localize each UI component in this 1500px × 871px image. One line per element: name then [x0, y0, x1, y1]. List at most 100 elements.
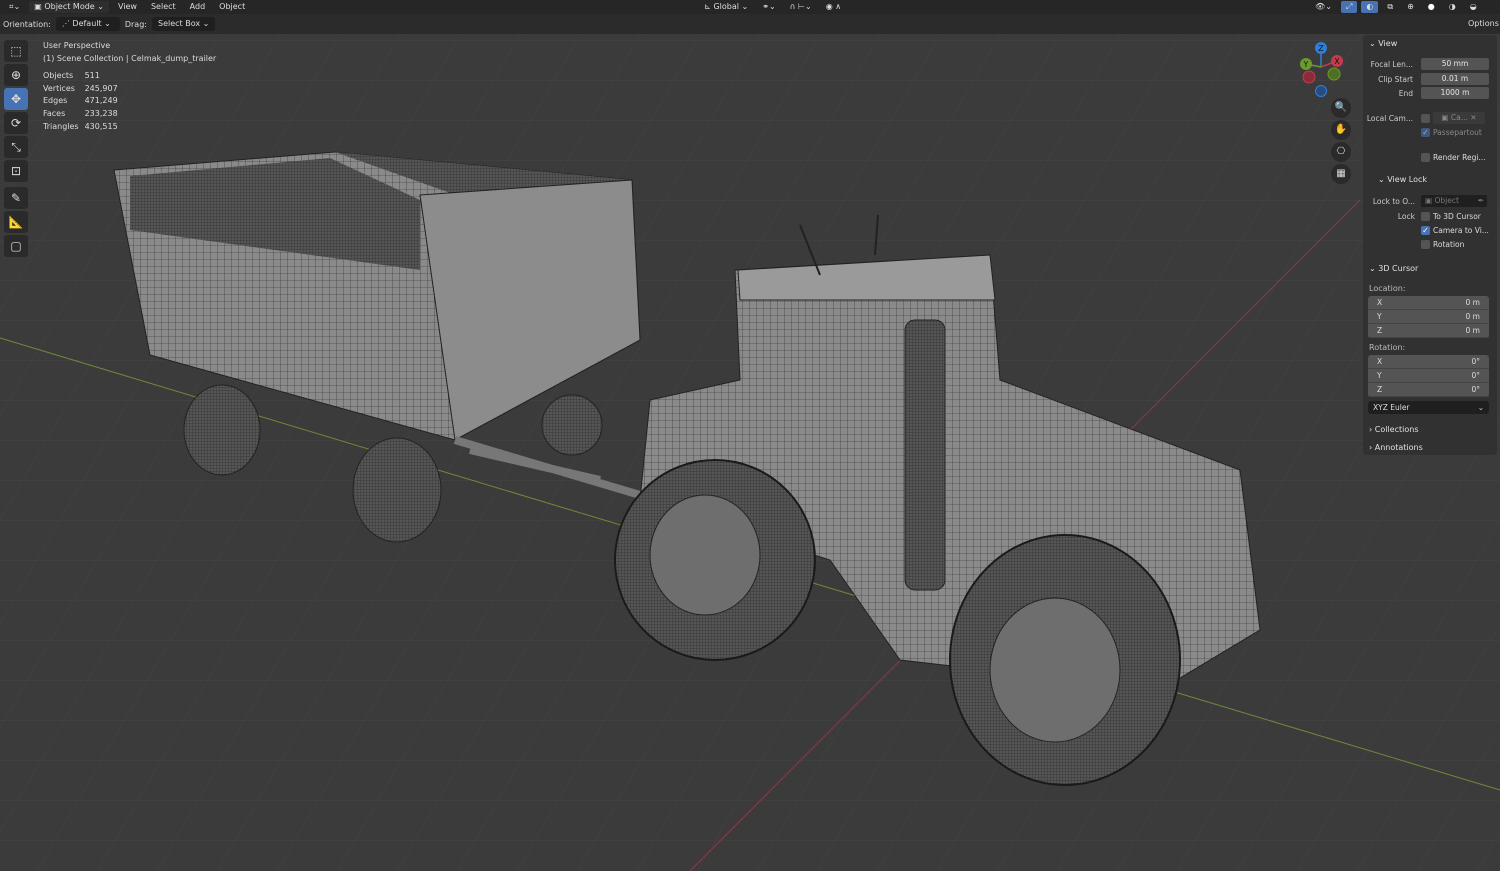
stat-label: Faces	[43, 108, 66, 118]
menu-select[interactable]: Select	[146, 1, 181, 13]
stat-value: 430,515	[84, 121, 118, 131]
shading-solid-icon[interactable]: ●	[1423, 1, 1440, 13]
mode-dropdown[interactable]: ▣ Object Mode ⌄	[29, 1, 109, 13]
collections-title: Collections	[1374, 425, 1419, 434]
axis-value: 0°	[1471, 385, 1480, 394]
move-tool-icon[interactable]: ✥	[4, 88, 28, 110]
snap-icon[interactable]: ∩ ⊢⌄	[785, 1, 817, 13]
location-x-field[interactable]: X 0 m	[1368, 296, 1489, 310]
rotate-tool-icon[interactable]: ⟳	[4, 112, 28, 134]
drag-value: Select Box	[157, 19, 201, 28]
drag-dropdown[interactable]: Select Box ⌄	[151, 17, 216, 31]
menu-view[interactable]: View	[113, 1, 142, 13]
axis-value: 0 m	[1465, 298, 1480, 307]
stat-value: 511	[84, 71, 100, 81]
axis-value: 0 m	[1465, 326, 1480, 335]
shading-wireframe-icon[interactable]: ⊕	[1402, 1, 1419, 13]
shading-material-icon[interactable]: ◑	[1444, 1, 1461, 13]
eyedropper-icon[interactable]: ✒	[1478, 195, 1484, 207]
lock-rotation-checkbox[interactable]	[1421, 240, 1430, 249]
orientation-value: Default	[72, 19, 102, 28]
zoom-view-icon[interactable]: 🔍	[1331, 98, 1351, 118]
3d-cursor-section-header[interactable]: ⌄ 3D Cursor	[1369, 264, 1418, 273]
select-box-tool-icon[interactable]: ⬚	[4, 40, 28, 62]
location-y-field[interactable]: Y 0 m	[1368, 310, 1489, 324]
view-name: User Perspective	[43, 41, 111, 50]
stat-label: Triangles	[43, 121, 79, 131]
camera-to-view-checkbox[interactable]: ✓	[1421, 226, 1430, 235]
pivot-icon[interactable]: ⚭⌄	[757, 1, 780, 13]
pan-view-hand-icon[interactable]: ✋	[1331, 120, 1351, 140]
focal-length-field[interactable]: 50 mm	[1421, 58, 1489, 70]
scene-stats: Objects 511 Vertices 245,907 Edges 471,249 …	[43, 70, 124, 133]
lock-to-object-field[interactable]: ▣ Object ✒	[1421, 195, 1487, 207]
rotation-y-field[interactable]: Y 0°	[1368, 369, 1489, 383]
xray-icon[interactable]: ⧉	[1382, 1, 1398, 13]
axis-label: Z	[1377, 385, 1383, 394]
rotation-mode-value: XYZ Euler	[1373, 403, 1410, 412]
axis-value: 0 m	[1465, 312, 1480, 321]
annotations-section-header[interactable]: › Annotations	[1369, 443, 1423, 452]
local-camera-value: Ca...	[1450, 113, 1468, 122]
options-button[interactable]: Options	[1464, 17, 1500, 31]
tool-settings-bar: Orientation: ⋰ Default ⌄ Drag: Select Bo…	[0, 14, 1500, 34]
collections-section-header[interactable]: › Collections	[1369, 425, 1419, 434]
clip-start-field[interactable]: 0.01 m	[1421, 73, 1489, 85]
passepartout-checkbox[interactable]: ✓	[1421, 128, 1430, 137]
orientation-dropdown[interactable]: ⋰ Default ⌄	[55, 17, 120, 31]
local-camera-checkbox[interactable]	[1421, 113, 1430, 123]
navigation-gizmo[interactable]: Z X Y	[1294, 40, 1348, 98]
clip-end-field[interactable]: 1000 m	[1421, 87, 1489, 99]
viewport-info-overlay: User Perspective (1) Scene Collection | …	[43, 40, 216, 133]
viewport-3d[interactable]	[0, 34, 1500, 871]
stat-value: 471,249	[84, 96, 118, 106]
camera-view-icon[interactable]: ⎔	[1331, 142, 1351, 162]
render-region-checkbox[interactable]	[1421, 153, 1430, 162]
rotation-mode-dropdown[interactable]: XYZ Euler ⌄	[1368, 401, 1489, 414]
transform-orientation-dropdown[interactable]: ⊾ Global ⌄	[699, 1, 753, 13]
gizmo-toggle-icon[interactable]: ⤢	[1340, 1, 1358, 13]
stat-row: Edges 471,249	[43, 95, 124, 108]
stat-label: Edges	[43, 96, 68, 106]
gizmo-y-label: Y	[1303, 60, 1309, 69]
focal-length-label: Focal Len...	[1370, 59, 1413, 69]
shading-rendered-icon[interactable]: ◒	[1465, 1, 1482, 13]
lock-to-cursor-checkbox[interactable]	[1421, 212, 1430, 221]
annotate-tool-icon[interactable]: ✎	[4, 187, 28, 209]
perspective-toggle-grid-icon[interactable]: ▦	[1331, 164, 1351, 184]
proportional-edit-icon[interactable]: ◉ ∧	[821, 1, 846, 13]
axis-label: Z	[1377, 326, 1383, 335]
menu-add[interactable]: Add	[185, 1, 211, 13]
axis-label: X	[1377, 298, 1383, 307]
view-lock-title: View Lock	[1387, 175, 1428, 184]
view-lock-section-header[interactable]: ⌄ View Lock	[1378, 175, 1427, 184]
local-camera-field[interactable]: ▣ Ca... ✕	[1433, 112, 1485, 124]
transform-tool-icon[interactable]: ⊡	[4, 160, 28, 182]
add-cube-tool-icon[interactable]: ▢	[4, 235, 28, 257]
annotations-title: Annotations	[1374, 443, 1423, 452]
gizmo-z-label: Z	[1318, 44, 1324, 53]
chevron-down-icon: ⌄	[1477, 403, 1484, 412]
rotation-label: Rotation:	[1369, 343, 1406, 352]
visibility-icon[interactable]: 👁⌄	[1310, 1, 1337, 13]
lock-object-placeholder: Object	[1434, 196, 1459, 205]
lock-label: Lock	[1397, 212, 1415, 221]
scale-tool-icon[interactable]: ⤡	[4, 136, 28, 158]
rotation-z-field[interactable]: Z 0°	[1368, 383, 1489, 397]
editor-type-button[interactable]: ⌗⌄	[4, 1, 25, 13]
menu-object[interactable]: Object	[214, 1, 250, 13]
overlay-toggle-icon[interactable]: ◐	[1361, 1, 1379, 13]
rotation-x-field[interactable]: X 0°	[1368, 355, 1489, 369]
stat-label: Vertices	[43, 83, 75, 93]
view-section-header[interactable]: ⌄ View	[1369, 39, 1397, 48]
clip-start-label: Clip Start	[1378, 74, 1413, 84]
location-z-field[interactable]: Z 0 m	[1368, 324, 1489, 338]
clip-end-label: End	[1398, 88, 1413, 98]
passepartout-label: Passepartout	[1433, 128, 1482, 137]
axis-label: X	[1377, 357, 1383, 366]
camera-to-view-label: Camera to Vi...	[1433, 226, 1489, 235]
orientation-label: Orientation:	[3, 19, 51, 29]
cursor-tool-icon[interactable]: ⊕	[4, 64, 28, 86]
stat-row: Faces 233,238	[43, 108, 124, 121]
measure-tool-icon[interactable]: 📐	[4, 211, 28, 233]
